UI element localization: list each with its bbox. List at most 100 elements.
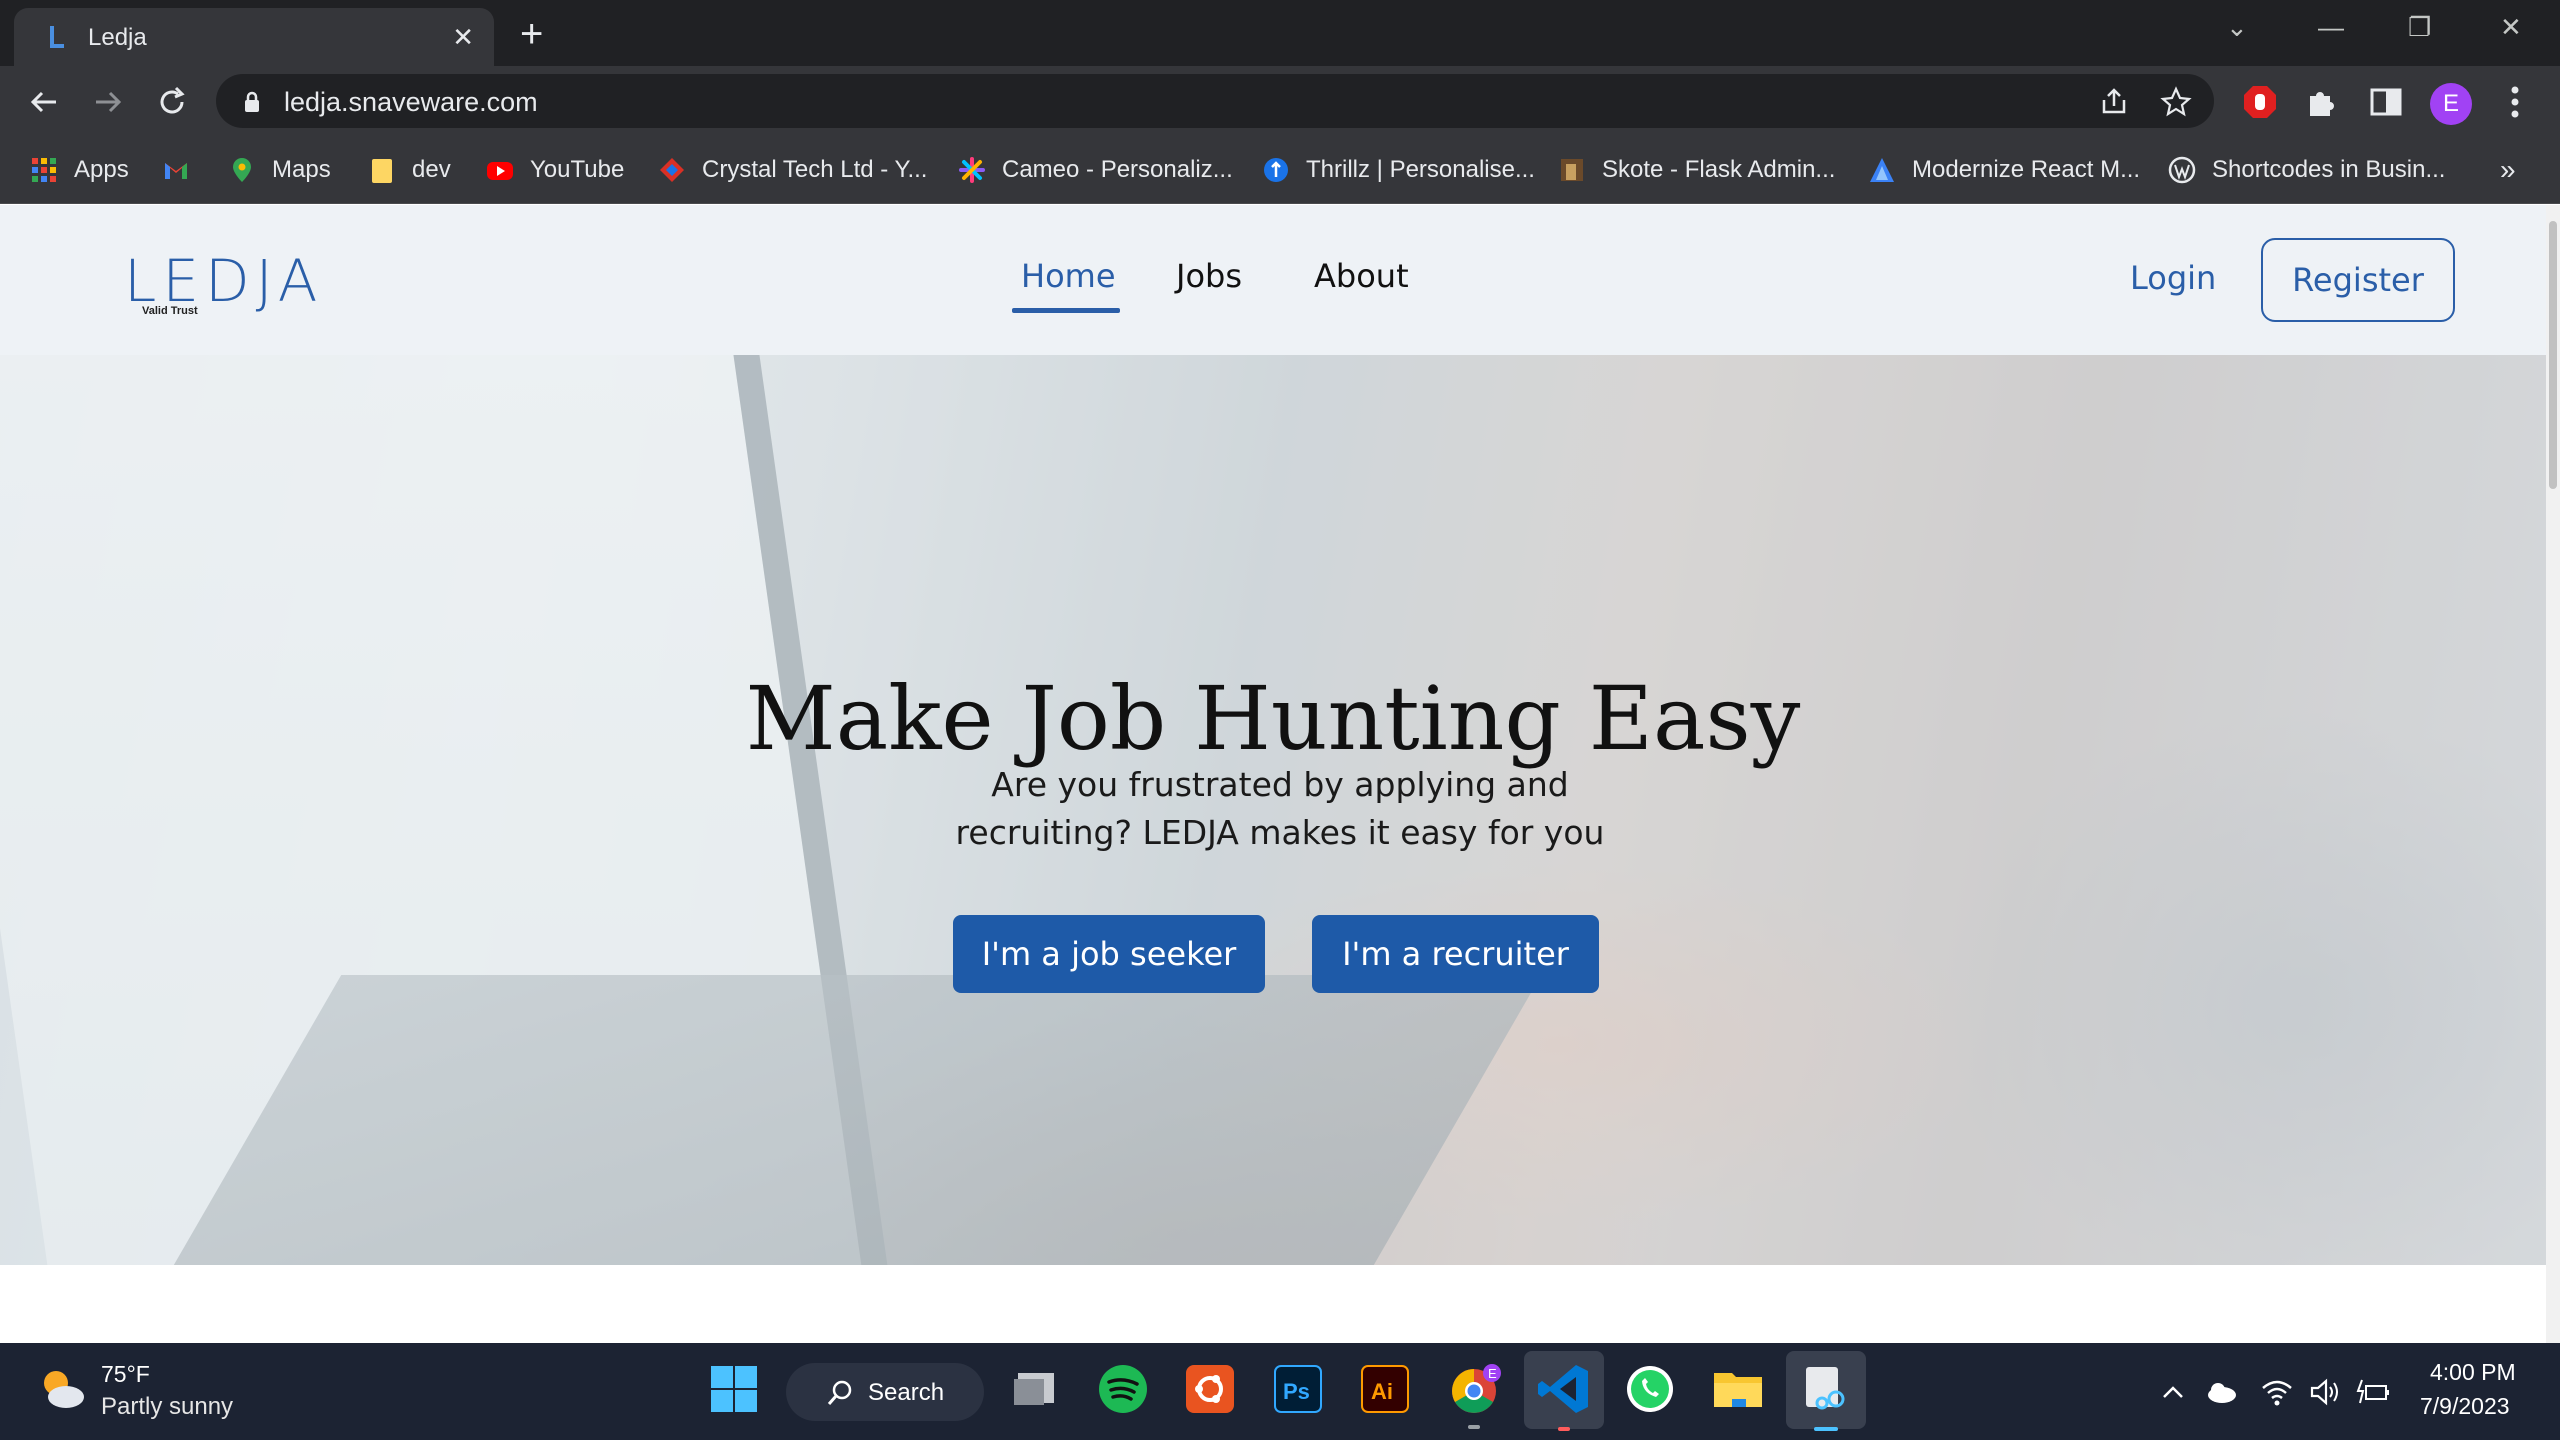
bookmark-label: Modernize React M... bbox=[1912, 156, 2141, 183]
spotify-icon[interactable] bbox=[1095, 1361, 1151, 1417]
bookmark-star-icon[interactable] bbox=[2160, 86, 2192, 118]
share-icon[interactable] bbox=[2098, 86, 2130, 118]
snipping-tool-taskbar-button[interactable] bbox=[1786, 1351, 1866, 1431]
bookmark-thrillz[interactable]: Thrillz | Personalise... bbox=[1262, 152, 1535, 188]
extensions-puzzle-icon[interactable] bbox=[2304, 84, 2340, 120]
nav-about-link[interactable]: About bbox=[1314, 257, 1409, 295]
gmail-icon bbox=[165, 163, 187, 179]
page-scrollbar[interactable] bbox=[2546, 205, 2560, 1343]
modernize-icon bbox=[1870, 158, 1894, 182]
bookmark-dev-folder[interactable]: dev bbox=[368, 152, 451, 188]
vscode-taskbar-button[interactable] bbox=[1524, 1351, 1604, 1431]
site-navbar: LEDJA Valid Trust Home Jobs About Login … bbox=[0, 205, 2546, 355]
clock-date[interactable]: 7/9/2023 bbox=[2420, 1393, 2510, 1420]
apps-grid-icon bbox=[32, 158, 56, 182]
bookmark-skote[interactable]: Skote - Flask Admin... bbox=[1558, 152, 1835, 188]
ledja-logo[interactable]: LEDJA Valid Trust bbox=[124, 251, 317, 321]
bookmark-youtube[interactable]: YouTube bbox=[486, 152, 624, 188]
maps-icon bbox=[233, 158, 251, 182]
windows-start-icon[interactable] bbox=[706, 1361, 762, 1417]
recruiter-button[interactable]: I'm a recruiter bbox=[1312, 915, 1599, 993]
logo-wordmark: LEDJA bbox=[124, 247, 324, 315]
whatsapp-icon[interactable] bbox=[1622, 1361, 1678, 1417]
battery-charging-icon[interactable] bbox=[2356, 1377, 2390, 1407]
login-link[interactable]: Login bbox=[2130, 259, 2216, 297]
show-hidden-icons-chevron-icon[interactable] bbox=[2156, 1377, 2190, 1407]
url-text[interactable]: ledja.snaveware.com bbox=[284, 87, 538, 118]
bookmark-maps[interactable]: Maps bbox=[228, 152, 331, 188]
chrome-taskbar-button[interactable]: E bbox=[1446, 1361, 1502, 1429]
thrillz-icon bbox=[1264, 158, 1288, 182]
browser-tab[interactable]: Ledja ✕ bbox=[14, 8, 494, 66]
scrollbar-thumb[interactable] bbox=[2549, 221, 2557, 489]
task-view-icon[interactable] bbox=[1008, 1361, 1064, 1417]
bookmark-apps[interactable]: Apps bbox=[30, 152, 129, 188]
bookmark-label: Crystal Tech Ltd - Y... bbox=[702, 156, 928, 183]
profile-avatar[interactable]: E bbox=[2430, 83, 2472, 125]
bookmark-cameo[interactable]: Cameo - Personaliz... bbox=[958, 152, 1233, 188]
hero-title: Make Job Hunting Easy bbox=[745, 667, 1801, 770]
ubuntu-icon[interactable] bbox=[1182, 1361, 1238, 1417]
wifi-icon[interactable] bbox=[2260, 1377, 2294, 1407]
bookmark-label: dev bbox=[412, 156, 451, 183]
svg-text:Ai: Ai bbox=[1371, 1379, 1393, 1404]
restore-icon[interactable]: ❐ bbox=[2408, 12, 2431, 42]
nav-active-indicator bbox=[1012, 308, 1120, 313]
taskbar-search[interactable]: Search bbox=[786, 1363, 984, 1421]
nav-home-link[interactable]: Home bbox=[1021, 257, 1116, 295]
clock-time[interactable]: 4:00 PM bbox=[2430, 1359, 2516, 1386]
logo-tagline: Valid Trust bbox=[142, 305, 198, 317]
snipping-tool-icon bbox=[1806, 1367, 1845, 1410]
register-button[interactable]: Register bbox=[2261, 238, 2455, 322]
file-explorer-icon[interactable] bbox=[1710, 1361, 1766, 1417]
lock-icon[interactable] bbox=[242, 90, 262, 114]
bookmark-label: Thrillz | Personalise... bbox=[1306, 156, 1535, 183]
crystal-tech-icon bbox=[660, 158, 684, 182]
folder-icon bbox=[372, 159, 392, 183]
running-indicator bbox=[1558, 1427, 1570, 1431]
bookmark-shortcodes[interactable]: Shortcodes in Busin... bbox=[2168, 152, 2445, 188]
partly-sunny-icon[interactable] bbox=[36, 1363, 88, 1415]
browser-menu-icon[interactable] bbox=[2502, 82, 2528, 122]
search-label: Search bbox=[868, 1379, 945, 1406]
volume-icon[interactable] bbox=[2308, 1377, 2342, 1407]
bookmark-label: YouTube bbox=[530, 156, 625, 183]
chrome-icon: E bbox=[1452, 1364, 1501, 1413]
forward-icon[interactable] bbox=[88, 82, 128, 122]
bookmark-crystal-tech[interactable]: Crystal Tech Ltd - Y... bbox=[658, 152, 927, 188]
onedrive-cloud-icon[interactable] bbox=[2204, 1377, 2238, 1407]
running-indicator bbox=[1814, 1427, 1838, 1431]
tab-title: Ledja bbox=[88, 24, 147, 51]
photoshop-icon[interactable]: Ps bbox=[1270, 1361, 1326, 1417]
side-panel-icon[interactable] bbox=[2368, 84, 2404, 120]
close-window-icon[interactable]: ✕ bbox=[2500, 12, 2522, 42]
weather-description[interactable]: Partly sunny bbox=[101, 1393, 233, 1421]
hero-subtitle: Are you frustrated by applying and recru… bbox=[955, 765, 1605, 852]
nav-jobs-link[interactable]: Jobs bbox=[1176, 257, 1242, 295]
svg-text:Ps: Ps bbox=[1283, 1379, 1310, 1404]
job-seeker-button[interactable]: I'm a job seeker bbox=[953, 915, 1265, 993]
more-bookmarks-icon[interactable]: » bbox=[2500, 154, 2516, 186]
adblock-extension-icon[interactable] bbox=[2242, 84, 2278, 120]
browser-tab-strip: Ledja ✕ + ⌄ — ❐ ✕ bbox=[0, 0, 2560, 66]
bookmark-modernize[interactable]: Modernize React M... bbox=[1868, 152, 2140, 188]
chrome-profile-badge: E bbox=[1488, 1366, 1497, 1381]
illustrator-icon[interactable]: Ai bbox=[1357, 1361, 1413, 1417]
back-icon[interactable] bbox=[24, 82, 64, 122]
youtube-icon bbox=[487, 162, 513, 180]
reload-icon[interactable] bbox=[152, 82, 192, 122]
skote-icon bbox=[1561, 159, 1583, 181]
weather-temperature[interactable]: 75°F bbox=[101, 1361, 150, 1388]
tab-close-icon[interactable]: ✕ bbox=[452, 22, 474, 52]
bookmark-label: Maps bbox=[272, 156, 331, 183]
bookmark-gmail[interactable] bbox=[162, 152, 206, 188]
cameo-icon bbox=[959, 157, 985, 183]
address-bar[interactable]: ledja.snaveware.com bbox=[216, 74, 2214, 128]
bookmark-label: Cameo - Personaliz... bbox=[1002, 156, 1233, 183]
wordpress-icon bbox=[2168, 156, 2196, 184]
ledja-favicon-icon bbox=[50, 26, 64, 48]
new-tab-icon[interactable]: + bbox=[520, 14, 543, 54]
browser-toolbar: ledja.snaveware.com E bbox=[0, 66, 2560, 136]
tab-search-icon[interactable]: ⌄ bbox=[2226, 12, 2248, 42]
minimize-icon[interactable]: — bbox=[2318, 12, 2344, 42]
